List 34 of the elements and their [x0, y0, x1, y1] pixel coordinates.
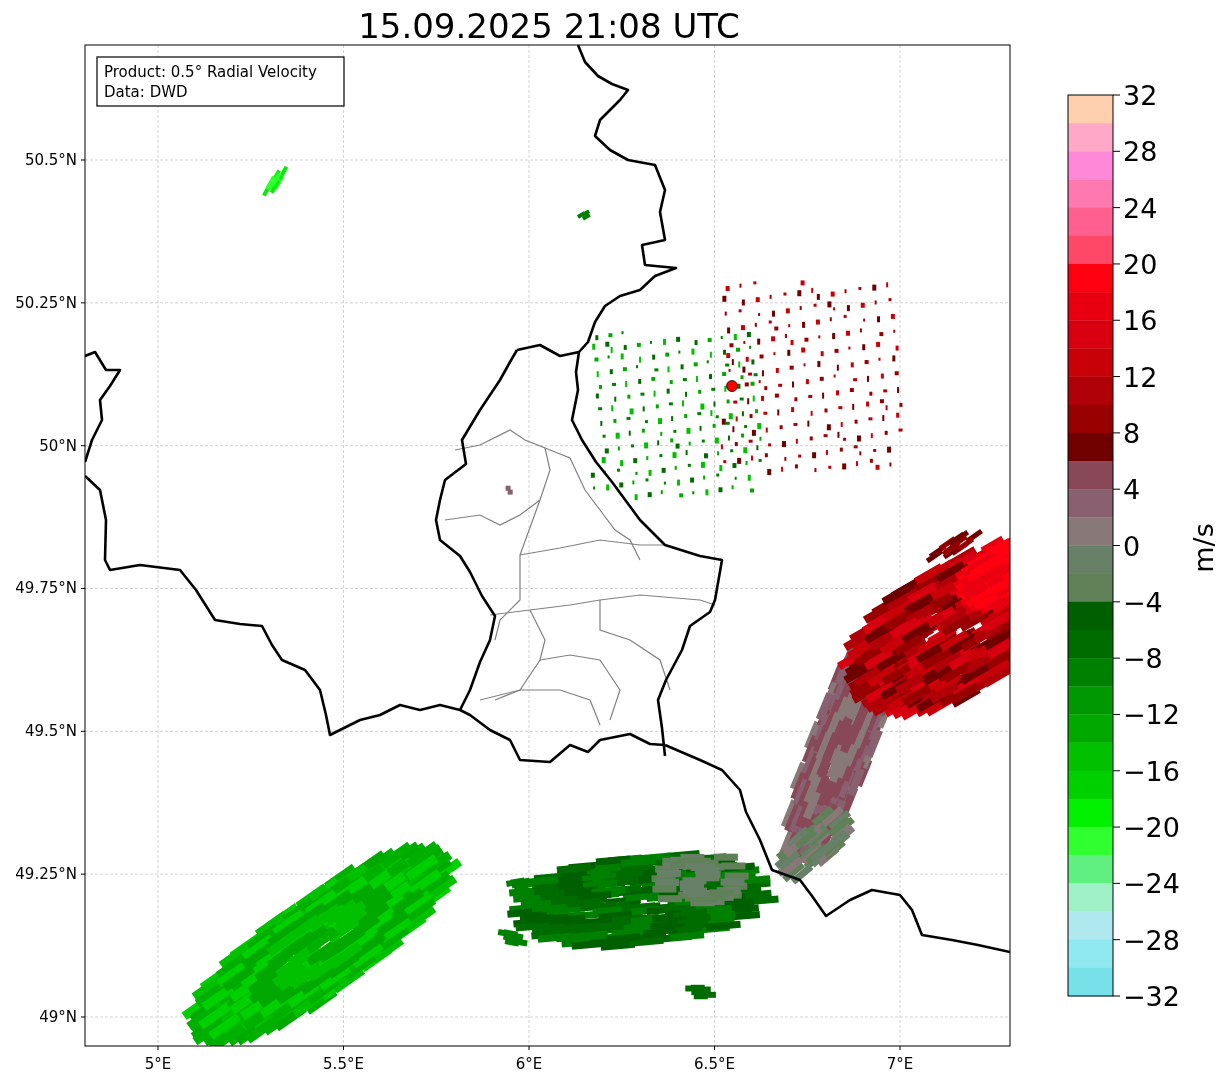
- chart-title: 15.09.2025 21:08 UTC: [358, 6, 740, 46]
- colorbar-tick-label: 32: [1123, 80, 1158, 111]
- longitude-label: 5.5°E: [323, 1055, 364, 1073]
- colorbar-tick-label: 16: [1123, 305, 1158, 337]
- colorbar-tick-label: −20: [1123, 812, 1180, 844]
- colorbar-tick-label: −8: [1123, 643, 1163, 675]
- radar-site-marker: [726, 380, 738, 392]
- colorbar-tick-label: 8: [1123, 417, 1141, 449]
- colorbar-tick-label: 4: [1123, 474, 1141, 506]
- colorbar-tick-label: −32: [1123, 981, 1180, 1012]
- colorbar-tick-label: 20: [1123, 248, 1158, 280]
- colorbar-tick-label: −12: [1123, 699, 1180, 731]
- latitude-label: 49.25°N: [15, 865, 77, 884]
- colorbar-tick-label: −24: [1123, 868, 1180, 900]
- longitude-label: 7°E: [886, 1055, 914, 1073]
- colorbar-tick-label: −28: [1123, 924, 1180, 956]
- latitude-label: 50°N: [39, 436, 77, 455]
- legend-text: Data: DWD: [104, 83, 188, 101]
- longitude-label: 6.5°E: [694, 1055, 735, 1073]
- colorbar-tick-label: −4: [1123, 586, 1163, 618]
- latitude-label: 50.25°N: [15, 293, 77, 312]
- longitude-label: 6°E: [515, 1055, 543, 1073]
- latitude-label: 50.5°N: [24, 151, 77, 169]
- colorbar-tick-label: 12: [1123, 361, 1158, 393]
- longitude-label: 5°E: [144, 1055, 172, 1073]
- colorbar-unit-label: m/s: [1188, 523, 1219, 573]
- latitude-label: 49.75°N: [15, 579, 77, 598]
- legend-text: Product: 0.5° Radial Velocity: [104, 63, 317, 81]
- colorbar-tick-label: 0: [1123, 530, 1141, 562]
- colorbar-tick-label: −16: [1123, 755, 1180, 787]
- latitude-label: 49.5°N: [24, 722, 77, 741]
- latitude-label: 49°N: [39, 1008, 77, 1026]
- colorbar-tick-label: 24: [1123, 192, 1158, 224]
- colorbar-tick-label: 28: [1123, 136, 1158, 168]
